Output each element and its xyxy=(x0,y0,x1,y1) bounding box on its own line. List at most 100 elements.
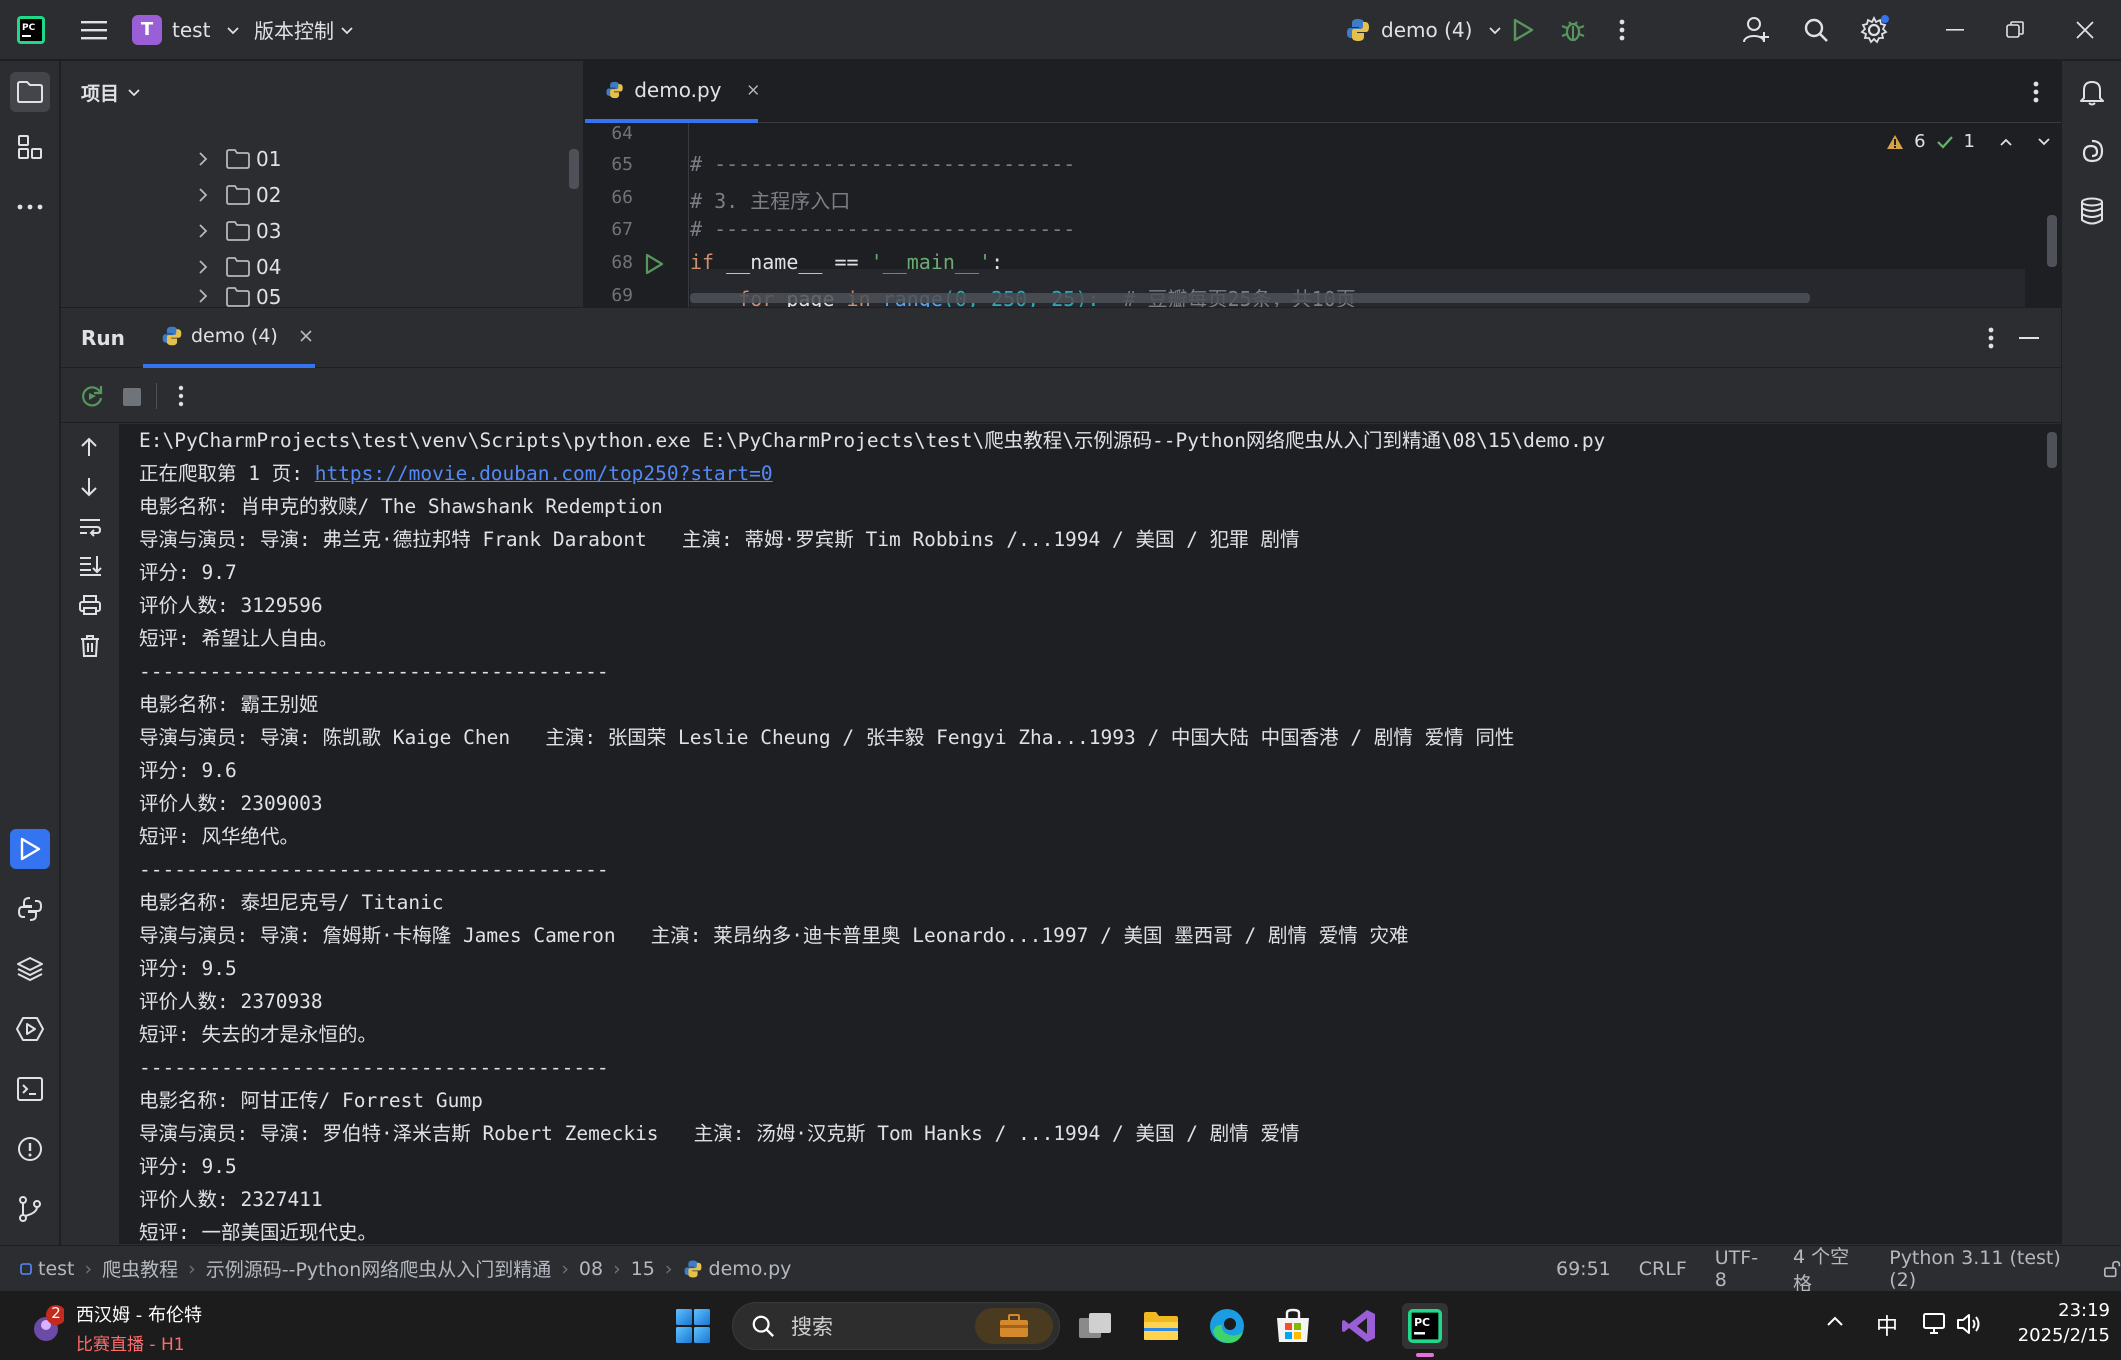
task-view-icon[interactable] xyxy=(1072,1303,1118,1349)
movie-quote: 短评: 希望让人自由。 xyxy=(139,627,338,650)
breadcrumb-item[interactable]: 15 xyxy=(631,1258,655,1280)
close-tab-icon[interactable] xyxy=(300,330,312,342)
project-pane-title: 项目 xyxy=(81,82,120,105)
run-button[interactable] xyxy=(1508,0,1538,60)
caret-position[interactable]: 69:51 xyxy=(1556,1258,1611,1280)
tree-folder-03[interactable]: 03 xyxy=(61,213,571,249)
breadcrumb-separator: › xyxy=(188,1257,196,1280)
breadcrumb-item[interactable]: test xyxy=(38,1258,75,1280)
tree-folder-01[interactable]: 01 xyxy=(61,141,571,177)
settings-gear-icon[interactable] xyxy=(1857,0,1891,60)
editor-tab-options-icon[interactable] xyxy=(2033,81,2039,103)
notifications-bell-icon[interactable] xyxy=(2072,72,2112,112)
chevron-right-icon xyxy=(199,260,208,274)
file-explorer-icon[interactable] xyxy=(1138,1303,1184,1349)
soft-wrap-icon[interactable] xyxy=(78,516,102,538)
folder-icon xyxy=(226,221,250,241)
movie-score: 评分: 9.6 xyxy=(139,759,237,782)
problems-icon[interactable] xyxy=(10,1129,50,1169)
editor-vertical-scrollbar[interactable] xyxy=(2047,215,2057,267)
print-icon[interactable] xyxy=(78,594,102,616)
close-window-icon[interactable] xyxy=(2060,0,2110,60)
editor-horizontal-scrollbar[interactable] xyxy=(690,293,1810,303)
run-panel: Run demo (4) E:\PyCharmProjects\test\ven… xyxy=(61,308,2061,1245)
news-widget-icon[interactable]: 2 xyxy=(28,1303,64,1347)
network-icon[interactable] xyxy=(1922,1311,1948,1337)
more-tools-icon[interactable] xyxy=(10,187,50,227)
breadcrumb-item[interactable]: demo.py xyxy=(709,1258,792,1280)
console-scrollbar[interactable] xyxy=(2047,432,2057,468)
code-area[interactable]: 64 65 # ------------------------------ 6… xyxy=(585,123,2061,307)
news-widget-text[interactable]: 西汉姆 - 布伦特 比赛直播 - H1 xyxy=(76,1301,202,1355)
ime-indicator[interactable]: 中 xyxy=(1876,1309,1898,1341)
python-packages-layers-icon[interactable] xyxy=(10,949,50,989)
run-tool-icon[interactable] xyxy=(10,829,50,869)
arrow-down-icon[interactable] xyxy=(79,476,99,498)
indent-setting[interactable]: 4 个空格 xyxy=(1793,1242,1861,1296)
structure-icon[interactable] xyxy=(10,127,50,167)
windows-start-icon[interactable] xyxy=(670,1303,716,1349)
more-actions-icon[interactable] xyxy=(1612,0,1632,60)
services-icon[interactable] xyxy=(10,1009,50,1049)
editor-tab-demo-py[interactable]: demo.py xyxy=(585,61,758,123)
vcs-menu[interactable]: 版本控制 xyxy=(254,0,354,60)
editor-tab-bar: demo.py xyxy=(585,61,2061,123)
project-badge: T xyxy=(132,14,162,45)
arrow-up-icon[interactable] xyxy=(79,436,99,458)
microsoft-store-icon[interactable] xyxy=(1270,1303,1316,1349)
search-icon[interactable] xyxy=(1799,0,1833,60)
breadcrumb-item[interactable]: 08 xyxy=(579,1258,603,1280)
tree-folder-02[interactable]: 02 xyxy=(61,177,571,213)
pycharm-taskbar-icon[interactable]: PC xyxy=(1402,1303,1448,1357)
taskbar-search-box[interactable]: 搜索 xyxy=(732,1302,1060,1350)
terminal-icon[interactable] xyxy=(10,1069,50,1109)
python-interpreter[interactable]: Python 3.11 (test) (2) xyxy=(1889,1247,2075,1291)
tree-folder-04[interactable]: 04 xyxy=(61,249,571,285)
clock[interactable]: 23:19 2025/2/15 xyxy=(2000,1300,2110,1346)
project-scrollbar[interactable] xyxy=(569,149,579,189)
close-tab-icon[interactable] xyxy=(747,84,759,96)
run-options-icon[interactable] xyxy=(1988,327,1994,349)
breadcrumb-item[interactable]: 示例源码--Python网络爬虫从入门到精通 xyxy=(206,1255,552,1282)
run-icon xyxy=(1513,18,1534,41)
project-tool-folder-icon[interactable] xyxy=(10,72,50,112)
tree-folder-05[interactable]: 05 xyxy=(61,285,571,307)
add-user-icon[interactable] xyxy=(1740,0,1774,60)
line-separator[interactable]: CRLF xyxy=(1639,1258,1687,1280)
run-gutter-icon[interactable] xyxy=(643,253,665,275)
database-icon[interactable] xyxy=(2072,191,2112,231)
search-placeholder: 搜索 xyxy=(791,1315,833,1339)
git-branch-icon[interactable] xyxy=(10,1189,50,1229)
python-console-icon[interactable] xyxy=(10,889,50,929)
restore-window-icon[interactable] xyxy=(1990,0,2040,60)
console-output[interactable]: E:\PyCharmProjects\test\venv\Scripts\pyt… xyxy=(119,424,2061,1244)
pycharm-logo-icon[interactable]: PC xyxy=(14,0,48,60)
main-menu-icon[interactable] xyxy=(74,0,114,60)
project-switcher[interactable]: T test xyxy=(132,0,240,60)
clear-trash-icon[interactable] xyxy=(79,634,101,658)
file-encoding[interactable]: UTF-8 xyxy=(1715,1247,1765,1291)
hide-panel-icon[interactable] xyxy=(2019,337,2039,340)
more-run-actions-icon[interactable] xyxy=(178,385,184,407)
run-config-selector[interactable]: demo (4) xyxy=(1345,0,1502,60)
breadcrumb-item[interactable]: 爬虫教程 xyxy=(102,1255,178,1282)
edge-browser-icon[interactable] xyxy=(1204,1303,1250,1349)
show-hidden-icons-chevron-up-icon[interactable] xyxy=(1826,1315,1844,1327)
crawl-url-link[interactable]: https://movie.douban.com/top250?start=0 xyxy=(315,462,773,485)
debug-button[interactable] xyxy=(1558,0,1588,60)
scroll-to-end-icon[interactable] xyxy=(78,554,102,576)
separator-line: ---------------------------------------- xyxy=(139,1056,609,1079)
minimize-window-icon[interactable] xyxy=(1930,0,1980,60)
windows-taskbar: 2 西汉姆 - 布伦特 比赛直播 - H1 搜索 PC 中 23:19 2025… xyxy=(0,1291,2121,1360)
ai-assistant-spiral-icon[interactable] xyxy=(2072,131,2112,171)
project-pane-header[interactable]: 项目 xyxy=(61,61,583,123)
volume-speaker-icon[interactable] xyxy=(1956,1311,1982,1337)
lock-open-icon[interactable] xyxy=(2103,1259,2121,1279)
stop-icon[interactable] xyxy=(123,388,141,406)
movie-score: 评分: 9.7 xyxy=(139,561,237,584)
folder-name: 04 xyxy=(256,255,282,279)
visual-studio-icon[interactable] xyxy=(1336,1303,1382,1349)
run-tab-demo[interactable]: demo (4) xyxy=(143,308,315,368)
run-toolbar xyxy=(61,369,2061,423)
rerun-icon[interactable] xyxy=(79,383,105,409)
